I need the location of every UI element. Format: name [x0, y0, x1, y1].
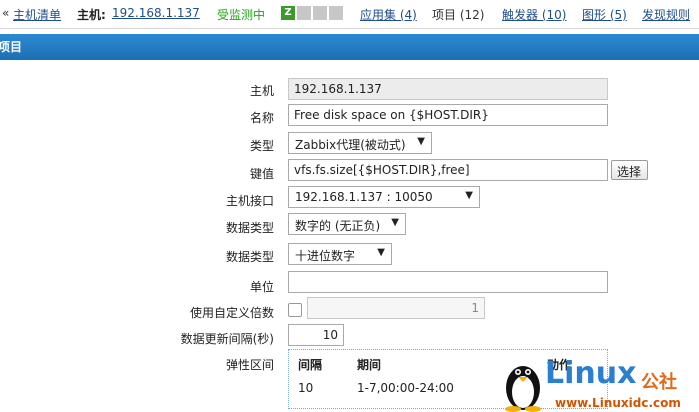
info-type-select-value: 数字的 (无正负) — [295, 219, 381, 233]
update-interval-label: 数据更新间隔(秒) — [180, 332, 274, 346]
items-label: 项目 (12) — [432, 8, 485, 22]
interface-select[interactable]: 192.168.1.137 : 10050 ▼ — [288, 186, 480, 208]
penguin-logo-icon — [505, 366, 541, 412]
key-input[interactable]: vfs.fs.size[{$HOST.DIR},free] — [288, 159, 608, 181]
interval-header: 间隔 — [298, 358, 323, 372]
graphs-link[interactable]: 图形 (5) — [582, 6, 627, 23]
triggers-link[interactable]: 触发器 (10) — [502, 6, 566, 23]
availability-icons: Z — [281, 6, 345, 22]
chevron-down-icon: ▼ — [465, 190, 473, 201]
chevron-down-icon: ▼ — [377, 247, 385, 258]
jmx-icon — [313, 6, 327, 20]
host-ip-link[interactable]: 192.168.1.137 — [112, 6, 200, 20]
multiplier-checkbox[interactable] — [288, 303, 302, 317]
period-header: 期间 — [357, 358, 382, 372]
host-list-link[interactable]: 主机清单 — [13, 6, 61, 23]
key-field-label: 键值 — [249, 167, 274, 181]
data-type-select-value: 十进位数字 — [295, 249, 356, 263]
units-input[interactable] — [288, 271, 608, 293]
back-arrow-icon: « — [2, 6, 10, 20]
discovery-rules-link[interactable]: 发现规则 — [642, 6, 690, 23]
watermark-url: www.Linuxidc.com — [555, 396, 681, 410]
key-select-button[interactable]: 选择 — [611, 160, 648, 180]
type-field-label: 类型 — [249, 139, 274, 153]
type-select[interactable]: Zabbix代理(被动式) ▼ — [288, 132, 432, 154]
section-title-bar: 项目 — [0, 34, 699, 60]
section-title: 项目 — [0, 40, 23, 54]
host-field-label: 主机 — [249, 84, 274, 98]
chevron-down-icon: ▼ — [391, 217, 399, 228]
multiplier-input[interactable]: 1 — [307, 297, 485, 319]
type-select-value: Zabbix代理(被动式) — [295, 138, 406, 152]
period-cell: 1-7,00:00-24:00 — [357, 381, 454, 395]
ipmi-icon — [329, 6, 343, 20]
info-type-select[interactable]: 数字的 (无正负) ▼ — [288, 213, 406, 235]
host-navigation-bar: « 主机清单 主机: 192.168.1.137 受监测中 Z 应用集 (4) … — [0, 0, 699, 29]
name-input[interactable]: Free disk space on {$HOST.DIR} — [288, 104, 608, 126]
monitor-status: 受监测中 — [217, 8, 266, 22]
interval-cell: 10 — [298, 381, 314, 395]
interface-select-value: 192.168.1.137 : 10050 — [295, 190, 433, 204]
multiplier-label: 使用自定义倍数 — [189, 306, 274, 320]
watermark: Linux 公社 www.Linuxidc.com — [493, 352, 699, 412]
applications-link[interactable]: 应用集 (4) — [360, 6, 417, 23]
chevron-down-icon: ▼ — [417, 136, 425, 147]
interface-field-label: 主机接口 — [225, 194, 274, 208]
host-field: 192.168.1.137 — [288, 78, 608, 100]
snmp-icon — [297, 6, 311, 20]
zabbix-agent-icon: Z — [281, 6, 295, 20]
data-type-label: 数据类型 — [225, 250, 274, 264]
name-field-label: 名称 — [249, 111, 274, 125]
data-type-select[interactable]: 十进位数字 ▼ — [288, 243, 392, 265]
watermark-brand-cn: 公社 — [641, 372, 677, 393]
update-interval-input[interactable]: 10 — [288, 324, 344, 346]
host-label: 主机: — [77, 8, 106, 22]
info-type-label: 数据类型 — [225, 221, 274, 235]
units-label: 单位 — [249, 280, 274, 294]
flexible-intervals-label: 弹性区间 — [225, 358, 274, 372]
watermark-brand: Linux — [545, 356, 637, 391]
